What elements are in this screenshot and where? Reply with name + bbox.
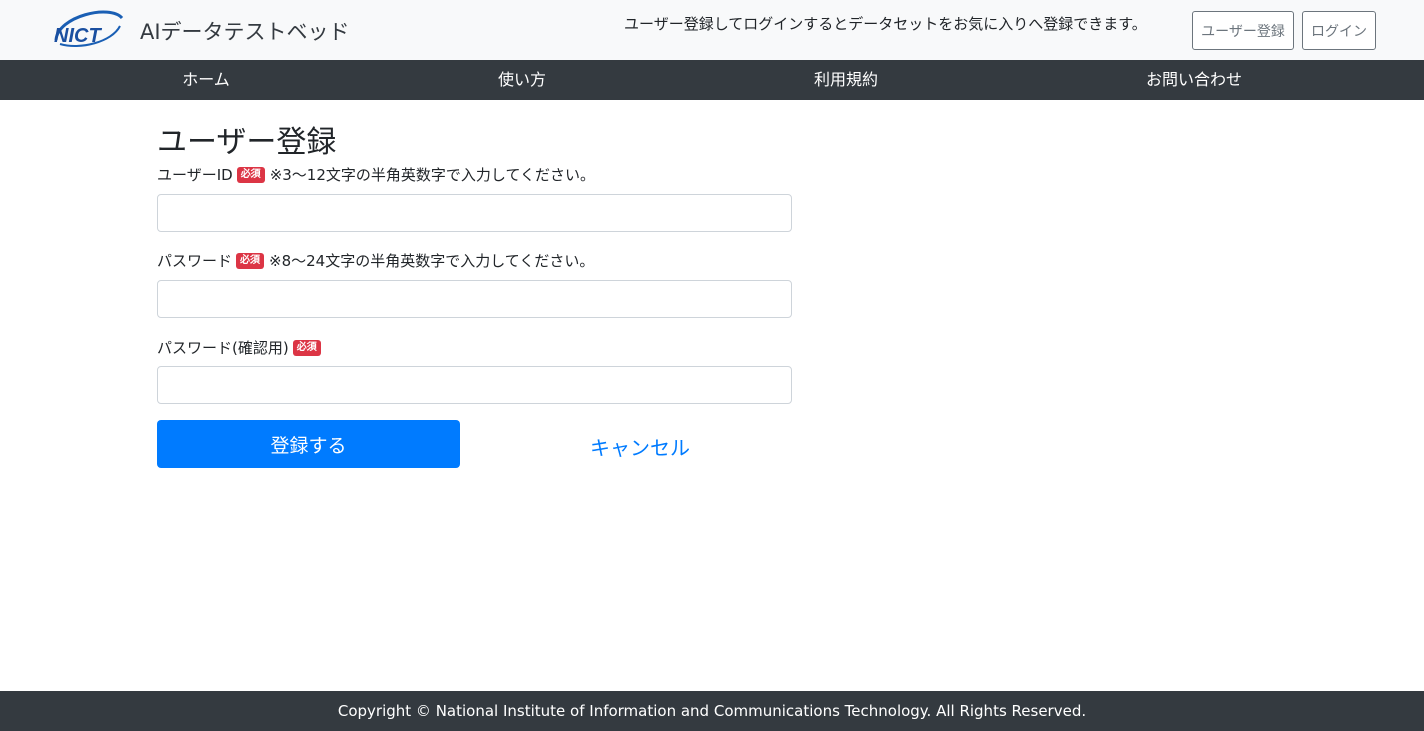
required-badge: 必須 bbox=[236, 166, 265, 183]
user-id-label-text: ユーザーID bbox=[157, 166, 233, 184]
login-prompt-message: ユーザー登録してログインするとデータセットをお気に入りへ登録できます。 bbox=[624, 15, 1147, 33]
user-id-hint: ※3～12文字の半角英数字で入力してください。 bbox=[269, 166, 595, 184]
page-title: ユーザー登録 bbox=[157, 125, 337, 160]
logo-text: NICT bbox=[54, 25, 102, 47]
nav-item-contact[interactable]: お問い合わせ bbox=[1146, 60, 1242, 100]
register-submit-button[interactable]: 登録する bbox=[157, 420, 460, 468]
password-input[interactable] bbox=[157, 280, 792, 318]
password-hint: ※8～24文字の半角英数字で入力してください。 bbox=[269, 252, 595, 270]
site-title[interactable]: AIデータテストベッド bbox=[140, 16, 350, 46]
nav-item-usage[interactable]: 使い方 bbox=[498, 60, 546, 100]
header: NICT AIデータテストベッド ユーザー登録してログインするとデータセットをお… bbox=[0, 0, 1424, 60]
required-badge: 必須 bbox=[236, 252, 265, 269]
footer: Copyright © National Institute of Inform… bbox=[0, 691, 1424, 731]
password-confirm-label: パスワード(確認用) 必須 bbox=[157, 337, 326, 358]
user-id-label: ユーザーID 必須 ※3～12文字の半角英数字で入力してください。 bbox=[157, 164, 595, 185]
copyright-text: Copyright © National Institute of Inform… bbox=[337, 702, 1087, 720]
password-confirm-input[interactable] bbox=[157, 366, 792, 404]
login-button[interactable]: ログイン bbox=[1302, 11, 1376, 50]
nict-logo-icon[interactable]: NICT bbox=[50, 6, 126, 54]
nav-item-terms[interactable]: 利用規約 bbox=[814, 60, 878, 100]
required-badge: 必須 bbox=[292, 339, 321, 356]
password-confirm-label-text: パスワード(確認用) bbox=[157, 339, 289, 357]
cancel-link[interactable]: キャンセル bbox=[590, 432, 690, 461]
main-nav: ホーム 使い方 利用規約 お問い合わせ bbox=[0, 60, 1424, 100]
nav-item-home[interactable]: ホーム bbox=[182, 60, 230, 100]
page: NICT AIデータテストベッド ユーザー登録してログインするとデータセットをお… bbox=[0, 0, 1424, 731]
user-register-button[interactable]: ユーザー登録 bbox=[1192, 11, 1294, 50]
password-label: パスワード 必須 ※8～24文字の半角英数字で入力してください。 bbox=[157, 250, 594, 271]
password-label-text: パスワード bbox=[157, 252, 233, 270]
user-id-input[interactable] bbox=[157, 194, 792, 232]
